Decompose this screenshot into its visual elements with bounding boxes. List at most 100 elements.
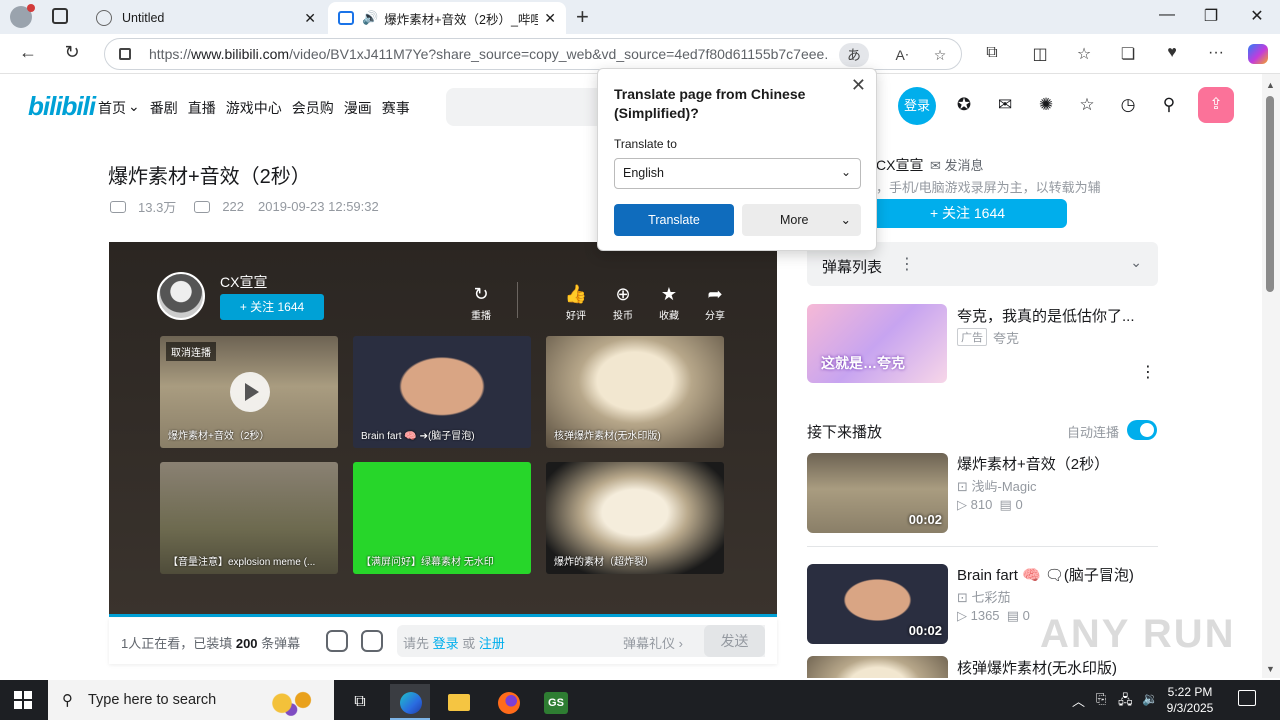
- replay-button[interactable]: ↻ 重播: [465, 284, 497, 322]
- page-scrollbar[interactable]: ▲ ▼: [1262, 74, 1280, 678]
- video-item-title[interactable]: 核弹爆炸素材(无水印版): [957, 657, 1117, 678]
- coin-button[interactable]: ⊕ 投币: [607, 284, 639, 322]
- close-window-button[interactable]: ✕: [1242, 6, 1272, 26]
- windows-start-icon[interactable]: [14, 691, 32, 709]
- end-screen-rec[interactable]: 取消连播 爆炸素材+音效（2秒）: [160, 336, 338, 448]
- nav-game-center[interactable]: 游戏中心: [226, 98, 282, 118]
- scroll-up-icon[interactable]: ▲: [1266, 80, 1275, 90]
- url-text[interactable]: https://www.bilibili.com/video/BV1xJ411M…: [149, 46, 829, 62]
- autoplay-toggle[interactable]: [1127, 420, 1157, 440]
- end-screen-rec[interactable]: Brain fart 🧠 ➔(脑子冒泡): [353, 336, 531, 448]
- video-item-title[interactable]: Brain fart 🧠 🗨(脑子冒泡): [957, 564, 1134, 585]
- history-icon[interactable]: ◷: [1117, 95, 1139, 115]
- back-icon[interactable]: ←: [16, 42, 40, 63]
- login-button[interactable]: 登录: [898, 87, 936, 125]
- collect-button[interactable]: ★ 收藏: [653, 284, 685, 322]
- dynamic-icon[interactable]: ✺: [1035, 95, 1057, 115]
- translate-icon[interactable]: あ: [839, 43, 869, 67]
- register-link[interactable]: 注册: [479, 636, 505, 651]
- danmaku-settings-icon[interactable]: [361, 630, 383, 652]
- file-explorer-icon[interactable]: [438, 684, 478, 720]
- system-clock[interactable]: 5:22 PM 9/3/2025: [1150, 684, 1230, 716]
- danmaku-toggle-icon[interactable]: [326, 630, 348, 652]
- upload-icon[interactable]: ⇪: [1198, 87, 1234, 123]
- tab-bilibili[interactable]: 🔊 爆炸素材+音效（2秒）_哔哩 ✕: [328, 2, 566, 34]
- list-item[interactable]: 核弹爆炸素材(无水印版): [807, 656, 1158, 678]
- danmaku-etiquette-link[interactable]: 弹幕礼仪 ›: [623, 633, 683, 652]
- video-item-author[interactable]: ⊡ 浅屿-Magic: [957, 476, 1037, 495]
- restore-button[interactable]: ❐: [1196, 6, 1226, 26]
- scroll-down-icon[interactable]: ▼: [1266, 664, 1275, 674]
- language-select[interactable]: English ⌄: [614, 158, 861, 189]
- video-thumbnail[interactable]: [807, 656, 948, 678]
- address-bar[interactable]: https://www.bilibili.com/video/BV1xJ411M…: [104, 38, 962, 70]
- tab-untitled[interactable]: Untitled ✕: [86, 2, 326, 34]
- more-icon[interactable]: ···: [1204, 44, 1228, 62]
- extensions-icon[interactable]: ⧉: [980, 44, 1004, 62]
- video-player[interactable]: CX宣宣 + 关注 1644 ↻ 重播 👍 好评 ⊕ 投币 ★ 收藏 ➦ 分享 取消连播 …: [109, 242, 777, 616]
- favorites-icon[interactable]: ☆: [1072, 44, 1096, 64]
- speaker-icon[interactable]: 🔊: [362, 10, 378, 26]
- network-icon[interactable]: 🖧: [1118, 691, 1133, 713]
- bilibili-logo[interactable]: bilibili: [28, 91, 96, 122]
- notification-icon[interactable]: [1238, 690, 1256, 706]
- browser-essentials-icon[interactable]: ♥: [1160, 44, 1184, 62]
- uploader-name[interactable]: CX宣宣: [876, 155, 923, 175]
- player-follow-button[interactable]: + 关注 1644: [220, 294, 324, 320]
- chevron-down-icon[interactable]: ⌄: [1130, 254, 1142, 271]
- favorite-star-icon[interactable]: ☆: [925, 43, 955, 67]
- avatar[interactable]: [157, 272, 205, 320]
- login-link[interactable]: 登录: [433, 636, 459, 651]
- player-uploader-name[interactable]: CX宣宣: [220, 272, 267, 292]
- share-button[interactable]: ➦ 分享: [699, 284, 731, 322]
- more-button[interactable]: More ⌄: [742, 204, 861, 236]
- follow-button[interactable]: + 关注 1644: [868, 199, 1067, 228]
- collections-icon[interactable]: ❏: [1116, 44, 1140, 64]
- video-thumbnail[interactable]: 00:02: [807, 564, 948, 644]
- like-button[interactable]: 👍 好评: [560, 284, 592, 322]
- video-thumbnail[interactable]: 00:02: [807, 453, 948, 533]
- split-screen-icon[interactable]: ◫: [1028, 44, 1052, 64]
- firefox-icon[interactable]: [488, 684, 528, 720]
- copilot-icon[interactable]: [1248, 44, 1268, 64]
- video-item-author[interactable]: ⊡ 七彩茄: [957, 587, 1011, 606]
- creation-icon[interactable]: ⚲: [1158, 95, 1180, 115]
- more-options-icon[interactable]: ⋮: [899, 254, 915, 274]
- send-message-link[interactable]: ✉ 发消息: [930, 155, 984, 174]
- chevron-up-icon[interactable]: ︿: [1072, 691, 1085, 710]
- nav-home[interactable]: 首页: [98, 98, 126, 118]
- ad-title[interactable]: 夸克，我真的是低估你了...: [957, 305, 1135, 326]
- nav-esports[interactable]: 赛事: [382, 98, 410, 118]
- cancel-autoplay-button[interactable]: 取消连播: [166, 342, 216, 361]
- send-button[interactable]: 发送: [704, 625, 765, 657]
- close-icon[interactable]: ✕: [544, 10, 556, 27]
- favorite-icon[interactable]: ☆: [1076, 95, 1098, 115]
- end-screen-rec[interactable]: 爆炸的素材（超炸裂）: [546, 462, 724, 574]
- taskbar-search[interactable]: ⚲ Type here to search: [48, 680, 334, 720]
- message-icon[interactable]: ✉: [994, 95, 1016, 115]
- nav-mall[interactable]: 会员购: [292, 98, 334, 118]
- tab-actions-icon[interactable]: [52, 8, 68, 24]
- vip-icon[interactable]: ✪: [953, 95, 975, 115]
- list-item[interactable]: 00:02 爆炸素材+音效（2秒） ⊡ 浅屿-Magic ▷ 810 ▤ 0: [807, 453, 1158, 535]
- end-screen-rec[interactable]: 【音量注意】explosion meme (...: [160, 462, 338, 574]
- scrollbar-thumb[interactable]: [1266, 96, 1274, 292]
- close-icon[interactable]: ✕: [851, 75, 866, 96]
- edge-taskbar-icon[interactable]: [390, 684, 430, 720]
- close-icon[interactable]: ✕: [304, 10, 316, 27]
- task-view-icon[interactable]: ⧉: [340, 684, 380, 720]
- translate-button[interactable]: Translate: [614, 204, 734, 236]
- chevron-down-icon[interactable]: ⌄: [128, 98, 140, 118]
- ad-thumbnail[interactable]: 这就是…夸克: [807, 304, 947, 383]
- nav-manga[interactable]: 漫画: [344, 98, 372, 118]
- lock-icon[interactable]: [119, 48, 131, 60]
- greenshot-icon[interactable]: GS: [536, 684, 576, 720]
- progress-bar[interactable]: [109, 614, 777, 617]
- minimize-button[interactable]: —: [1152, 6, 1182, 24]
- search-input[interactable]: [446, 88, 606, 126]
- profile-icon[interactable]: [10, 4, 35, 28]
- nav-anime[interactable]: 番剧: [150, 98, 178, 118]
- more-options-icon[interactable]: ⋮: [1140, 362, 1156, 382]
- refresh-icon[interactable]: ↻: [60, 42, 84, 63]
- read-aloud-icon[interactable]: Aᐧ: [887, 43, 917, 67]
